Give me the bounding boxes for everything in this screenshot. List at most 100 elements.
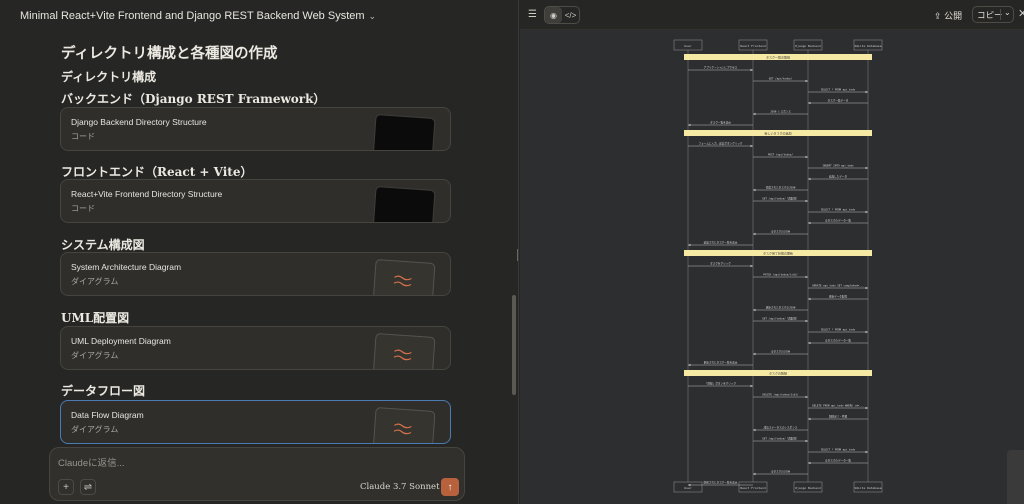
card-subtitle: コード (71, 204, 95, 213)
chat-pane: Minimal React+Vite Frontend and Django R… (0, 0, 519, 504)
artifact-pane: ☰ ◉ </> ⇪ 公開 コピー ⌄ ✕ User User React Front… (520, 0, 1024, 504)
plus-icon[interactable]: + (58, 479, 74, 495)
message-label: GET /api/todos/（再取得） (762, 317, 798, 321)
diagram-thumbnail-icon (372, 332, 436, 369)
heading-frontend: フロントエンド（React + Vite） (61, 165, 253, 179)
heading-backend: バックエンド（Django REST Framework） (61, 92, 326, 106)
chat-header: Minimal React+Vite Frontend and Django R… (0, 0, 519, 32)
message-label: アプリケーションにアクセス (704, 66, 738, 70)
arrowhead (753, 352, 756, 356)
message-label: DELETE FROM api_todo WHERE id=... (812, 404, 864, 408)
copy-label: コピー (977, 9, 1003, 20)
code-icon[interactable]: </> (562, 7, 579, 23)
arrowhead (865, 210, 868, 214)
arrowhead (688, 363, 691, 367)
arrowhead (805, 155, 808, 159)
artifact-card-uml[interactable]: UML Deployment Diagram ダイアグラム (60, 326, 451, 370)
participant-label: SQLite Database (854, 44, 881, 48)
artifact-card-frontend[interactable]: React+Vite Frontend Directory Structure … (60, 179, 451, 223)
message-label: 更新されたタスク一覧を表示 (704, 361, 738, 365)
wave-icon (393, 275, 412, 287)
message-label: GET /api/todos/（再取得） (762, 197, 798, 201)
card-subtitle: ダイアグラム (71, 277, 119, 286)
arrowhead (805, 395, 808, 399)
participant-label: React Frontend (740, 44, 765, 48)
list-icon[interactable]: ☰ (528, 9, 537, 20)
send-button[interactable]: ↑ (441, 478, 459, 496)
model-selector[interactable]: Claude 3.7 Sonnet ⌄ (360, 482, 449, 492)
chat-scrollbar[interactable] (512, 295, 516, 395)
arrowhead (753, 428, 756, 432)
card-title: UML Deployment Diagram (71, 336, 171, 346)
participant-label: Django Backend (795, 486, 820, 490)
message-label: PATCH /api/todos/{id}/ (763, 273, 798, 277)
copy-button[interactable]: コピー ⌄ (972, 6, 1014, 23)
arrowhead (753, 308, 756, 312)
message-label: JSON レスポンス (770, 110, 791, 114)
arrow-up-icon: ↑ (447, 481, 453, 493)
message-label: POST /api/todos/ (768, 153, 793, 157)
message-label: 更新されたタスクのJSON (766, 306, 796, 310)
arrowhead (805, 275, 808, 279)
zoom-controls[interactable] (1007, 450, 1024, 504)
message-label: SELECT * FROM api_todo (821, 328, 856, 332)
diagram-thumbnail-icon (372, 258, 436, 295)
arrowhead (805, 199, 808, 203)
artifact-card-system[interactable]: System Architecture Diagram ダイアグラム (60, 252, 451, 296)
arrowhead (865, 166, 868, 170)
participant-label: User (684, 486, 691, 490)
arrowhead (865, 450, 868, 454)
card-title: Data Flow Diagram (71, 410, 144, 420)
message-label: フォームに入力、送信ボタンクリック (698, 142, 742, 146)
section-label: タスク一覧の取得 (766, 55, 790, 60)
heading-main: ディレクトリ構成と各種図の作成 (61, 45, 278, 62)
message-label: 追加されたタスク一覧を表示 (704, 241, 738, 245)
arrowhead (865, 90, 868, 94)
publish-label: 公開 (944, 11, 963, 21)
reply-input[interactable] (58, 456, 438, 470)
message-label: 全タスクのJSON (771, 350, 791, 354)
card-title: React+Vite Frontend Directory Structure (71, 189, 223, 199)
chevron-down-icon[interactable]: ⌄ (1004, 8, 1011, 17)
section-label: 新しいタスクの追加 (764, 131, 791, 136)
share-icon: ⇪ (934, 11, 942, 21)
participant-label: SQLite Database (854, 486, 881, 490)
chevron-down-icon[interactable]: ⌄ (369, 11, 377, 22)
sequence-diagram: User User React Frontend React Frontend Djan… (673, 39, 883, 493)
arrowhead (750, 68, 753, 72)
arrowhead (750, 264, 753, 268)
participant-label: User (684, 44, 691, 48)
wave-icon (393, 349, 412, 361)
arrowhead (808, 341, 811, 345)
composer: + ⇌ Claude 3.7 Sonnet ⌄ ↑ (49, 447, 465, 501)
card-subtitle: ダイアグラム (71, 425, 119, 434)
sliders-icon[interactable]: ⇌ (80, 479, 96, 495)
close-icon[interactable]: ✕ (1018, 7, 1024, 20)
message-label: タスクをクリック (710, 262, 731, 266)
heading-dir: ディレクトリ構成 (61, 70, 157, 84)
chat-title[interactable]: Minimal React+Vite Frontend and Django R… (20, 10, 365, 22)
chat-scroll[interactable]: ディレクトリ構成と各種図の作成 ディレクトリ構成 バックエンド（Django R… (0, 32, 519, 447)
eye-icon[interactable]: ◉ (545, 7, 562, 23)
message-label: UPDATE api_todo SET completed=... (812, 284, 864, 288)
view-toggle: ◉ </> (544, 6, 580, 24)
section-label: タスク完了状態の更新 (763, 251, 793, 256)
heading-system: システム構成図 (61, 238, 145, 252)
diagram-canvas[interactable]: User User React Frontend React Frontend Djan… (520, 30, 1024, 504)
model-name: Claude 3.7 Sonnet (360, 482, 440, 492)
message-label: DELETE /api/todos/{id}/ (763, 393, 799, 397)
arrowhead (750, 384, 753, 388)
message-label: タスク一覧データ (828, 99, 849, 103)
message-label: GET /api/todos/（再取得） (762, 437, 798, 441)
arrowhead (865, 286, 868, 290)
artifact-card-backend[interactable]: Django Backend Directory Structure コード (60, 107, 451, 151)
artifact-card-dataflow[interactable]: Data Flow Diagram ダイアグラム (60, 400, 451, 444)
message-label: 更新データ取得 (829, 295, 848, 299)
artifact-toolbar: ☰ ◉ </> ⇪ 公開 コピー ⌄ ✕ (520, 0, 1024, 30)
arrowhead (805, 439, 808, 443)
publish-button[interactable]: ⇪ 公開 (934, 9, 962, 22)
message-label: SELECT * FROM api_todo (821, 448, 856, 452)
heading-dataflow: データフロー図 (61, 384, 146, 398)
participant-label: React Frontend (740, 486, 765, 490)
arrowhead (805, 319, 808, 323)
